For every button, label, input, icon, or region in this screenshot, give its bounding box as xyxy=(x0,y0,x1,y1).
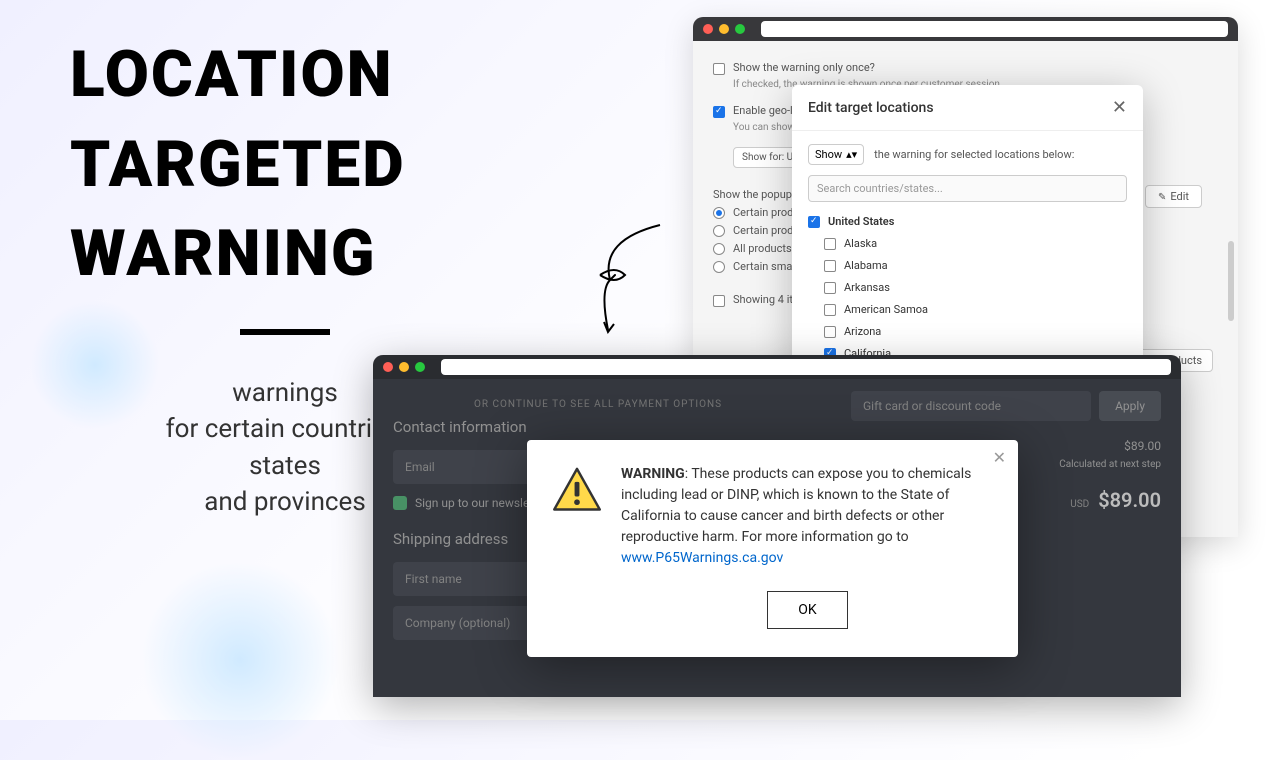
window-close-dot[interactable] xyxy=(383,362,393,372)
state-row: Arizona xyxy=(808,320,1127,342)
edit-button-label: Edit xyxy=(1170,190,1189,203)
opt1-radio[interactable] xyxy=(713,207,725,219)
window-close-dot[interactable] xyxy=(703,24,713,34)
opt2-radio[interactable] xyxy=(713,225,725,237)
decor-blob xyxy=(140,560,340,760)
headline-3: WARNING xyxy=(70,209,500,299)
newsletter-checkbox[interactable] xyxy=(393,496,407,510)
country-label: United States xyxy=(828,215,894,228)
chevron-updown-icon: ▴▾ xyxy=(846,148,857,161)
window-max-dot[interactable] xyxy=(735,24,745,34)
url-bar[interactable] xyxy=(761,21,1228,37)
subtotal-value: $89.00 xyxy=(1124,439,1161,453)
edit-button[interactable]: Edit xyxy=(1145,185,1202,208)
warning-icon xyxy=(551,464,603,516)
search-input[interactable]: Search countries/states... xyxy=(808,175,1127,202)
state-checkbox[interactable] xyxy=(824,282,836,294)
show-label: Show xyxy=(815,148,842,161)
show-for-prefix: Show for: xyxy=(742,152,784,163)
state-label: Alaska xyxy=(844,237,877,250)
url-bar[interactable] xyxy=(441,359,1171,375)
edit-locations-modal: Edit target locations ✕ Show ▴▾ the warn… xyxy=(792,85,1143,382)
state-row: Alabama xyxy=(808,254,1127,276)
arrow-icon xyxy=(590,220,670,340)
pencil-icon xyxy=(1158,190,1166,203)
headline-1: LOCATION xyxy=(70,30,500,120)
close-icon[interactable]: ✕ xyxy=(1112,97,1127,118)
location-list: United States Alaska Alabama Arkansas Ameri… xyxy=(808,210,1127,370)
opt3-radio[interactable] xyxy=(713,243,725,255)
show-hide-select[interactable]: Show ▴▾ xyxy=(808,144,864,165)
discount-input[interactable]: Gift card or discount code xyxy=(851,391,1091,421)
show-once-label: Show the warning only once? xyxy=(733,61,875,74)
warning-prefix: WARNING xyxy=(621,466,685,482)
close-icon[interactable]: ✕ xyxy=(993,448,1006,467)
continue-text: OR CONTINUE TO SEE ALL PAYMENT OPTIONS xyxy=(393,399,803,410)
opt3-label: All products xyxy=(733,242,792,255)
ship-note: Calculated at next step xyxy=(1059,459,1161,470)
country-checkbox[interactable] xyxy=(808,216,820,228)
warning-link[interactable]: www.P65Warnings.ca.gov xyxy=(621,550,783,566)
state-row: Alaska xyxy=(808,232,1127,254)
window-max-dot[interactable] xyxy=(415,362,425,372)
state-label: Arizona xyxy=(844,325,881,338)
showing-items-checkbox[interactable] xyxy=(713,295,725,307)
state-checkbox[interactable] xyxy=(824,326,836,338)
window-titlebar xyxy=(693,17,1238,41)
state-checkbox[interactable] xyxy=(824,260,836,272)
show-once-checkbox[interactable] xyxy=(713,63,725,75)
headline-2: TARGETED xyxy=(70,120,500,210)
state-row: American Samoa xyxy=(808,298,1127,320)
state-checkbox[interactable] xyxy=(824,304,836,316)
scrollbar[interactable] xyxy=(1228,241,1234,321)
total-value: $89.00 xyxy=(1098,488,1161,512)
warning-modal: ✕ WARNING: These products can expose you… xyxy=(527,440,1018,657)
window-min-dot[interactable] xyxy=(399,362,409,372)
opt4-radio[interactable] xyxy=(713,261,725,273)
window-min-dot[interactable] xyxy=(719,24,729,34)
geo-checkbox[interactable] xyxy=(713,106,725,118)
currency-label: USD xyxy=(1070,499,1089,510)
underline xyxy=(240,329,330,335)
state-label: American Samoa xyxy=(844,303,928,316)
modal-title: Edit target locations xyxy=(808,100,934,116)
state-row: Arkansas xyxy=(808,276,1127,298)
state-label: Arkansas xyxy=(844,281,890,294)
state-checkbox[interactable] xyxy=(824,238,836,250)
contact-title: Contact information xyxy=(393,418,803,436)
show-after-text: the warning for selected locations below… xyxy=(874,148,1074,161)
window-titlebar xyxy=(373,355,1181,379)
state-label: Alabama xyxy=(844,259,888,272)
warning-text: WARNING: These products can expose you t… xyxy=(621,464,994,569)
ok-button[interactable]: OK xyxy=(767,591,847,629)
apply-button[interactable]: Apply xyxy=(1099,391,1161,421)
